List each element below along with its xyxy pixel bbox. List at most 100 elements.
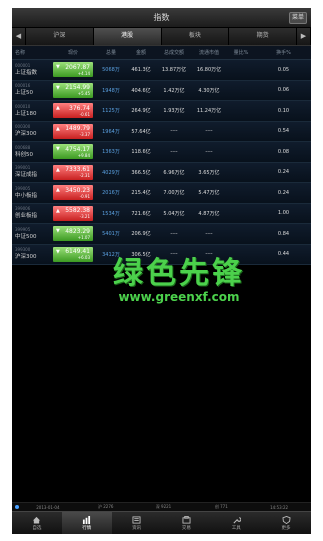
turnover-value: 6.96万亿 (163, 169, 185, 176)
price-cell: ▼ 4754.17 +9.84 (50, 142, 96, 162)
nav-tools[interactable]: 工具 (211, 512, 261, 534)
trend-arrow-icon: ▼ (56, 146, 60, 153)
col-turnover[interactable]: 总成交额 (156, 49, 192, 56)
extra-value: 0.54 (277, 128, 290, 135)
col-extra[interactable]: 换手% (256, 49, 311, 56)
nav-news[interactable]: 资讯 (112, 512, 162, 534)
price-box: ▲ 1489.79 -3.37 (53, 123, 93, 139)
col-name[interactable]: 名称 (12, 49, 50, 56)
nav-label: 工具 (231, 525, 241, 531)
extra-value: 1.00 (277, 210, 290, 217)
nav-label: 资讯 (132, 525, 142, 531)
chart-icon (83, 515, 91, 524)
price-change: -0.91 (79, 193, 90, 199)
shield-icon (282, 515, 291, 524)
extra-value: 0.24 (277, 189, 290, 196)
row-name-cell: 000688 科创50 (12, 145, 50, 159)
col-ratio[interactable]: 量比% (226, 49, 256, 56)
table-row[interactable]: 000001 上证指数 ▼ 2067.87 +4.14 5068万 461.3亿 13.87万… (12, 60, 311, 81)
price-change: +4.14 (77, 70, 90, 76)
tab-next-arrow-icon[interactable]: ▶ (297, 28, 311, 45)
volume-value: 2016万 (102, 190, 120, 197)
trend-arrow-icon: ▼ (56, 84, 60, 91)
watermark-title: 绿色先锋 (113, 256, 245, 291)
price-value: 2154.99 (65, 84, 90, 92)
trend-arrow-icon: ▲ (56, 125, 60, 132)
table-row[interactable]: 000300 沪深300 ▲ 1489.79 -3.37 1964万 57.64亿 ---- -… (12, 121, 311, 142)
app-screen: 指数 菜单 ◀ 沪深 港股 板块 期货 ▶ 名称 现价 总量 金额 总成交额 流… (12, 8, 311, 534)
table-row[interactable]: 399905 中证500 ▼ 4823.29 +1.07 5401万 206.9亿 ---- -… (12, 224, 311, 245)
nav-label: 更多 (281, 525, 291, 531)
row-name-cell: 399001 深证成指 (12, 165, 50, 179)
menu-button[interactable]: 菜单 (289, 12, 307, 24)
nav-watchlist[interactable]: 自选 (12, 512, 62, 534)
price-value: 4823.29 (65, 227, 90, 235)
price-change: +5.45 (77, 91, 90, 97)
market-value: 3.65万亿 (198, 169, 220, 176)
nav-more[interactable]: 更多 (261, 512, 311, 534)
tab-hk[interactable]: 港股 (93, 28, 162, 45)
status-bar: 2013-01-04 沪 2276 深 9221 创 771 14:53:22 (12, 502, 311, 511)
status-sz: 深 9221 (155, 504, 172, 509)
stock-name: 上证50 (15, 90, 33, 97)
volume-value: 1964万 (102, 128, 120, 135)
nav-quotes[interactable]: 行情 (61, 512, 112, 534)
table-row[interactable]: 399006 创业板指 ▲ 5582.38 -3.21 1534万 721.6亿 5.04万亿… (12, 203, 311, 224)
turnover-value: ---- (170, 148, 178, 155)
price-box: ▲ 5582.38 -3.21 (53, 205, 93, 221)
tab-hushen[interactable]: 沪深 (26, 28, 94, 45)
status-date: 2013-01-04 (36, 504, 60, 510)
price-change: -2.31 (79, 173, 90, 179)
table-row[interactable]: 399005 中小板指 ▲ 3450.23 -0.91 2016万 215.4亿 7.00万亿… (12, 183, 311, 204)
volume-value: 5068万 (102, 67, 120, 74)
market-value: 16.80万亿 (196, 67, 222, 74)
table-row[interactable]: 000016 上证50 ▼ 2154.99 +5.45 1948万 404.6亿 1.42万亿… (12, 80, 311, 101)
table-row[interactable]: 000010 上证180 ▲ 376.74 -0.61 1125万 264.9亿 1.93万亿… (12, 101, 311, 122)
extra-value: 0.84 (277, 230, 290, 237)
trend-arrow-icon: ▼ (56, 228, 60, 235)
price-value: 4754.17 (65, 145, 90, 153)
col-amount[interactable]: 金额 (126, 49, 156, 56)
stock-name: 沪深300 (15, 131, 37, 138)
nav-trade[interactable]: 交易 (161, 512, 211, 534)
table-row[interactable]: 399001 深证成指 ▲ 7333.61 -2.31 4029万 366.5亿 6.96万亿… (12, 162, 311, 183)
tab-sector[interactable]: 板块 (161, 28, 230, 45)
page-title: 指数 (153, 13, 170, 22)
trend-arrow-icon: ▼ (56, 64, 60, 71)
price-value: 2067.87 (65, 63, 90, 71)
stock-name: 深证成指 (15, 172, 38, 179)
col-volume[interactable]: 总量 (96, 49, 126, 56)
volume-value: 1534万 (102, 210, 120, 217)
status-cy: 创 771 (214, 504, 228, 509)
price-box: ▲ 7333.61 -2.31 (53, 164, 93, 180)
tab-futures[interactable]: 期货 (229, 28, 297, 45)
col-market-value[interactable]: 流通市值 (192, 49, 226, 56)
nav-label: 交易 (181, 525, 191, 531)
table-header: 名称 现价 总量 金额 总成交额 流通市值 量比% 换手% (12, 46, 311, 60)
col-price[interactable]: 现价 (50, 49, 96, 56)
turnover-value: 7.00万亿 (163, 190, 185, 197)
stock-name: 上证180 (15, 110, 37, 117)
market-value: 4.87万亿 (198, 210, 220, 217)
turnover-value: 1.42万亿 (163, 87, 185, 94)
price-box: ▼ 4823.29 +1.07 (53, 226, 93, 242)
stock-name: 中小板指 (15, 192, 38, 199)
price-change: +9.84 (77, 152, 90, 158)
price-change: +1.07 (77, 234, 90, 240)
stock-name: 科创50 (15, 151, 33, 158)
trade-icon (182, 515, 191, 524)
nav-label: 自选 (32, 525, 42, 531)
price-value: 1489.79 (65, 125, 90, 133)
extra-value: 0.08 (277, 148, 290, 155)
price-cell: ▼ 2067.87 +4.14 (50, 60, 96, 80)
status-sh: 沪 2276 (97, 504, 114, 509)
watermark-url: www.greenxf.com (118, 290, 240, 304)
row-name-cell: 000300 沪深300 (12, 124, 50, 138)
stock-name: 上证指数 (15, 69, 38, 76)
volume-value: 5401万 (102, 231, 120, 238)
turnover-value: 1.93万亿 (163, 108, 185, 115)
volume-value: 1948万 (102, 87, 120, 94)
table-row[interactable]: 000688 科创50 ▼ 4754.17 +9.84 1363万 118.6亿 ---- --… (12, 142, 311, 163)
tab-prev-arrow-icon[interactable]: ◀ (12, 28, 26, 45)
market-value: 11.24万亿 (196, 108, 222, 115)
